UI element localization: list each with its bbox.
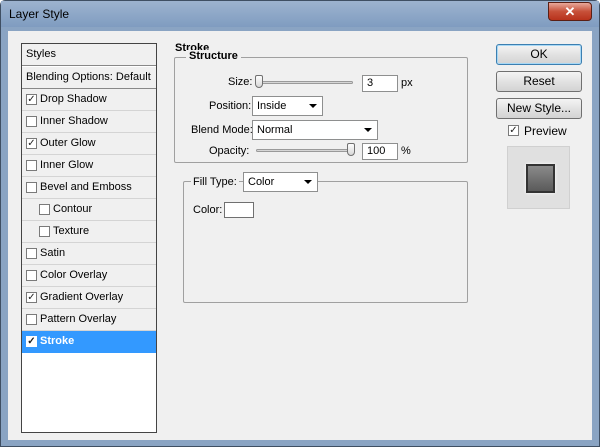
style-item-label: Color Overlay — [40, 269, 108, 281]
window-title: Layer Style — [9, 7, 70, 21]
style-item-label: Satin — [40, 247, 66, 259]
style-item-bevel-and-emboss[interactable]: Bevel and Emboss — [22, 177, 156, 199]
style-item-inner-glow[interactable]: Inner Glow — [22, 155, 156, 177]
title-bar[interactable]: Layer Style ✕ — [1, 1, 599, 27]
checkbox-icon[interactable]: ✓ — [26, 94, 37, 105]
fill-type-label: Fill Type: — [191, 176, 239, 188]
blend-mode-label: Blend Mode: — [191, 124, 253, 136]
checkbox-icon[interactable] — [26, 248, 37, 259]
checkbox-icon[interactable] — [26, 270, 37, 281]
close-button[interactable]: ✕ — [548, 2, 592, 21]
style-item-label: Drop Shadow — [40, 93, 107, 105]
chevron-down-icon — [304, 180, 312, 184]
checkbox-icon[interactable]: ✓ — [26, 138, 37, 149]
style-item-label: Gradient Overlay — [40, 291, 124, 303]
position-value: Inside — [257, 100, 287, 112]
style-item-stroke[interactable]: ✓ Stroke — [22, 331, 156, 353]
checkbox-icon[interactable] — [26, 314, 37, 325]
style-item-label: Inner Glow — [40, 159, 94, 171]
checkbox-icon[interactable]: ✓ — [26, 292, 37, 303]
preview-thumbnail — [507, 146, 570, 209]
style-item-contour[interactable]: Contour — [22, 199, 156, 221]
opacity-unit: % — [401, 145, 411, 157]
opacity-slider-handle[interactable] — [347, 143, 355, 156]
blending-options[interactable]: Blending Options: Default — [22, 67, 156, 89]
style-item-drop-shadow[interactable]: ✓ Drop Shadow — [22, 89, 156, 111]
size-label: Size: — [228, 76, 253, 88]
chevron-down-icon — [309, 104, 317, 108]
position-label: Position: — [209, 100, 252, 112]
style-item-gradient-overlay[interactable]: ✓ Gradient Overlay — [22, 287, 156, 309]
fill-type-select[interactable]: Color — [243, 172, 318, 192]
opacity-label: Opacity: — [209, 145, 250, 157]
checkbox-icon[interactable] — [39, 226, 50, 237]
layer-style-dialog: Layer Style ✕ Styles Blending Options: D… — [0, 0, 600, 447]
blending-options-label: Blending Options: Default — [26, 71, 151, 83]
styles-list: Styles Blending Options: Default ✓ Drop S… — [21, 43, 157, 433]
blend-mode-value: Normal — [257, 124, 293, 136]
preview-swatch — [526, 164, 555, 193]
chevron-down-icon — [364, 128, 372, 132]
style-item-label: Stroke — [40, 335, 75, 347]
opacity-slider-track[interactable] — [256, 149, 353, 152]
style-item-label: Outer Glow — [40, 137, 96, 149]
checkbox-icon[interactable] — [26, 116, 37, 127]
ok-button[interactable]: OK — [496, 44, 582, 65]
fill-type-value: Color — [248, 176, 275, 188]
fill-group — [183, 181, 468, 303]
size-slider-handle[interactable] — [255, 75, 263, 88]
style-item-label: Pattern Overlay — [40, 313, 117, 325]
style-item-satin[interactable]: Satin — [22, 243, 156, 265]
checkbox-icon[interactable]: ✓ — [26, 336, 37, 347]
style-item-label: Bevel and Emboss — [40, 181, 132, 193]
blend-mode-select[interactable]: Normal — [252, 120, 378, 140]
position-select[interactable]: Inside — [252, 96, 323, 116]
checkbox-icon[interactable] — [26, 160, 37, 171]
checkbox-icon[interactable] — [26, 182, 37, 193]
dialog-body: Styles Blending Options: Default ✓ Drop S… — [8, 31, 592, 440]
style-item-label: Contour — [53, 203, 93, 215]
size-slider-track[interactable] — [256, 81, 353, 84]
stroke-color-swatch[interactable] — [224, 202, 254, 218]
style-item-label: Texture — [53, 225, 90, 237]
structure-title: Structure — [186, 50, 241, 62]
color-label: Color: — [193, 204, 223, 216]
style-item-outer-glow[interactable]: ✓ Outer Glow — [22, 133, 156, 155]
style-item-texture[interactable]: Texture — [22, 221, 156, 243]
style-item-label: Inner Shadow — [40, 115, 108, 127]
size-unit: px — [401, 77, 413, 89]
checkbox-icon[interactable] — [39, 204, 50, 215]
reset-button[interactable]: Reset — [496, 71, 582, 92]
style-item-inner-shadow[interactable]: Inner Shadow — [22, 111, 156, 133]
preview-label: Preview — [524, 124, 567, 138]
preview-checkbox[interactable]: ✓ — [508, 125, 519, 136]
close-icon: ✕ — [564, 4, 576, 19]
opacity-input[interactable]: 100 — [362, 143, 398, 160]
new-style-button[interactable]: New Style... — [496, 98, 582, 119]
style-item-pattern-overlay[interactable]: Pattern Overlay — [22, 309, 156, 331]
styles-header-label: Styles — [26, 48, 56, 60]
size-input[interactable]: 3 — [362, 75, 398, 92]
styles-header[interactable]: Styles — [22, 44, 156, 66]
style-item-color-overlay[interactable]: Color Overlay — [22, 265, 156, 287]
